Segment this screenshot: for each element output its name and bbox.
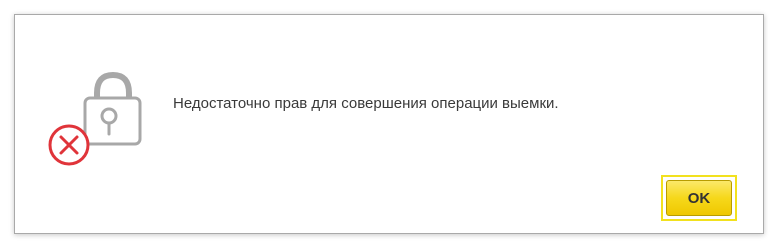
error-message: Недостаточно прав для совершения операци… (173, 95, 559, 112)
error-circle-icon (48, 124, 90, 166)
access-denied-dialog: Недостаточно прав для совершения операци… (14, 14, 764, 234)
lock-error-icon (45, 69, 155, 179)
ok-button[interactable]: OK (666, 180, 732, 216)
ok-button-focus-frame: OK (661, 175, 737, 221)
